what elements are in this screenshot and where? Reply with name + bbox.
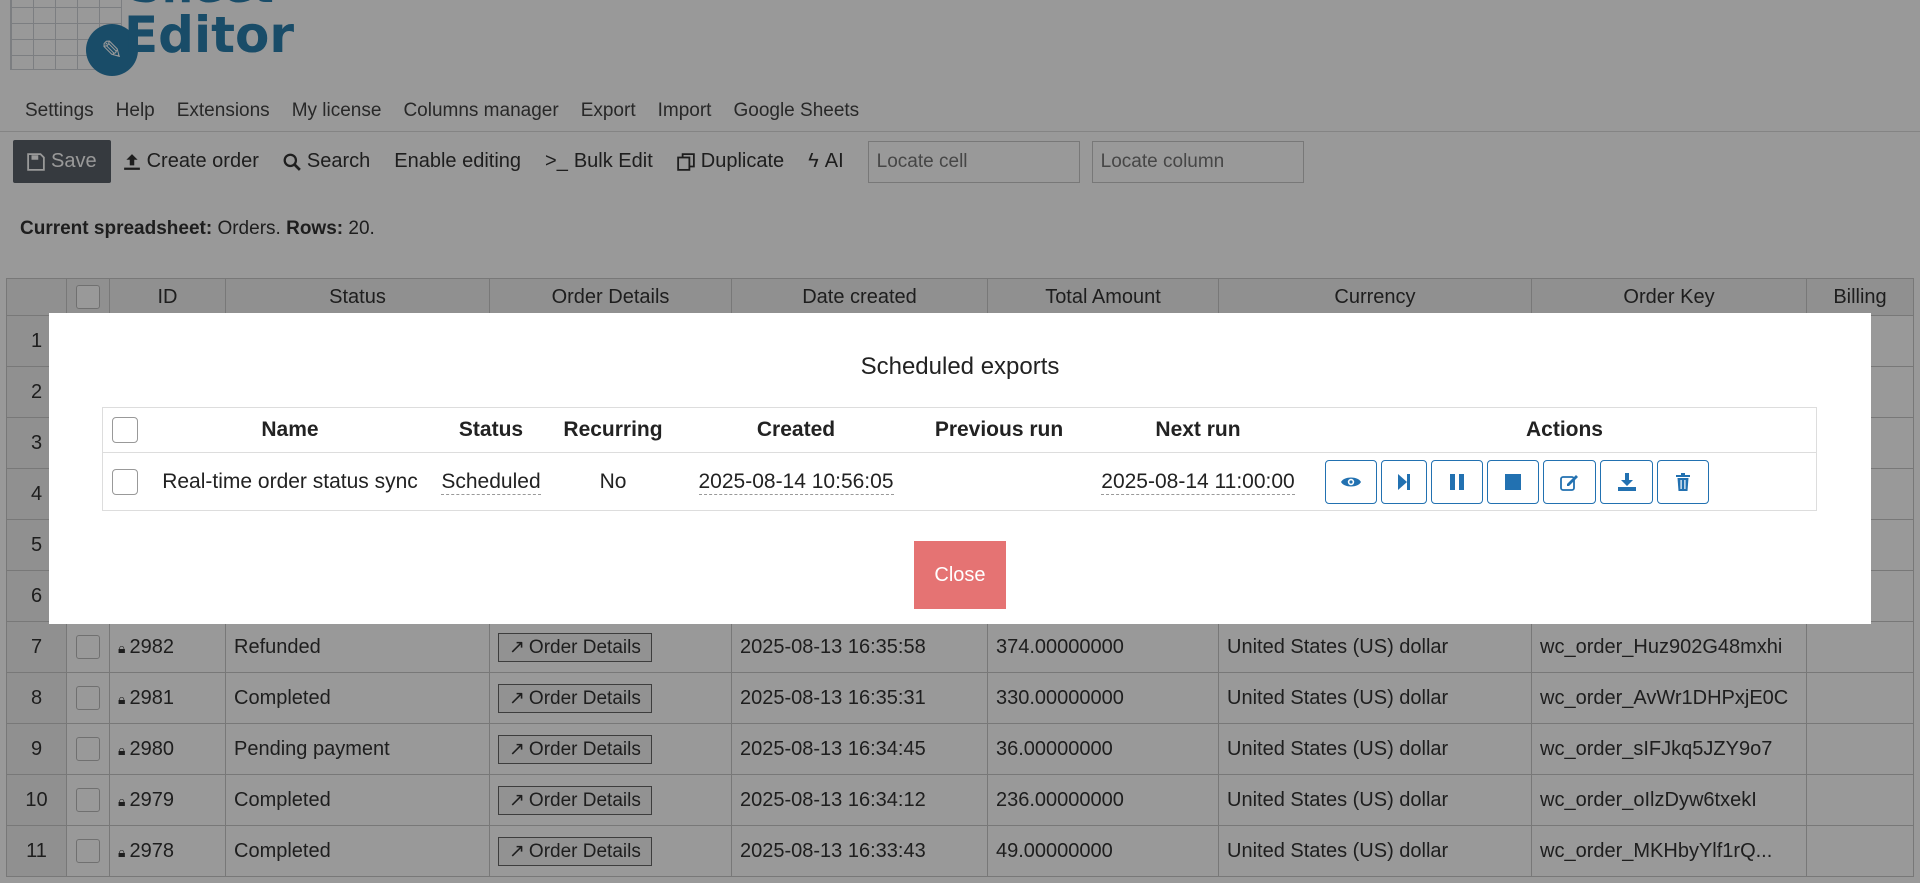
stop-button[interactable] — [1487, 459, 1539, 504]
edit-button[interactable] — [1543, 459, 1596, 504]
run-now-button[interactable] — [1381, 459, 1427, 504]
download-button[interactable] — [1600, 459, 1653, 504]
sched-header-row: Name Status Recurring Created Previous r… — [102, 407, 1817, 453]
scheduled-exports-modal: Scheduled exports Name Status Recurring … — [49, 313, 1871, 624]
sched-row-name: Real-time order status sync — [147, 452, 433, 511]
sched-header-next-run: Next run — [1083, 407, 1313, 453]
edit-icon — [1559, 474, 1578, 491]
sched-header-actions: Actions — [1313, 407, 1817, 453]
sched-row: Real-time order status sync Scheduled No… — [102, 452, 1817, 511]
scheduled-exports-table: Name Status Recurring Created Previous r… — [102, 407, 1817, 511]
view-button[interactable] — [1325, 459, 1377, 504]
sched-row-next-run: 2025-08-14 11:00:00 — [1101, 469, 1295, 495]
sched-row-checkbox[interactable] — [112, 468, 138, 495]
sched-row-status: Scheduled — [441, 469, 541, 495]
sched-row-select[interactable] — [102, 452, 147, 511]
sched-select-all-checkbox[interactable] — [112, 417, 138, 443]
sched-row-status-cell: Scheduled — [433, 452, 549, 511]
sched-row-next-run-cell: 2025-08-14 11:00:00 — [1083, 452, 1313, 511]
stop-icon — [1505, 473, 1521, 490]
sched-header-created: Created — [677, 407, 915, 453]
trash-icon — [1676, 472, 1690, 491]
sched-row-previous-run — [915, 452, 1083, 511]
modal-title: Scheduled exports — [860, 353, 1060, 380]
sched-row-created: 2025-08-14 10:56:05 — [698, 469, 894, 495]
download-icon — [1617, 472, 1636, 491]
eye-icon — [1341, 477, 1361, 486]
sched-select-all[interactable] — [102, 407, 147, 453]
sched-header-name: Name — [147, 407, 433, 453]
sched-row-actions — [1313, 452, 1817, 511]
step-forward-icon — [1398, 473, 1410, 490]
sched-row-created-cell: 2025-08-14 10:56:05 — [677, 452, 915, 511]
sched-row-recurring: No — [549, 452, 677, 511]
pause-button[interactable] — [1431, 459, 1483, 504]
sched-header-previous-run: Previous run — [915, 407, 1083, 453]
close-button[interactable]: Close — [914, 541, 1006, 609]
sched-header-recurring: Recurring — [549, 407, 677, 453]
delete-button[interactable] — [1657, 459, 1709, 504]
pause-icon — [1450, 473, 1464, 490]
sched-header-status: Status — [433, 407, 549, 453]
